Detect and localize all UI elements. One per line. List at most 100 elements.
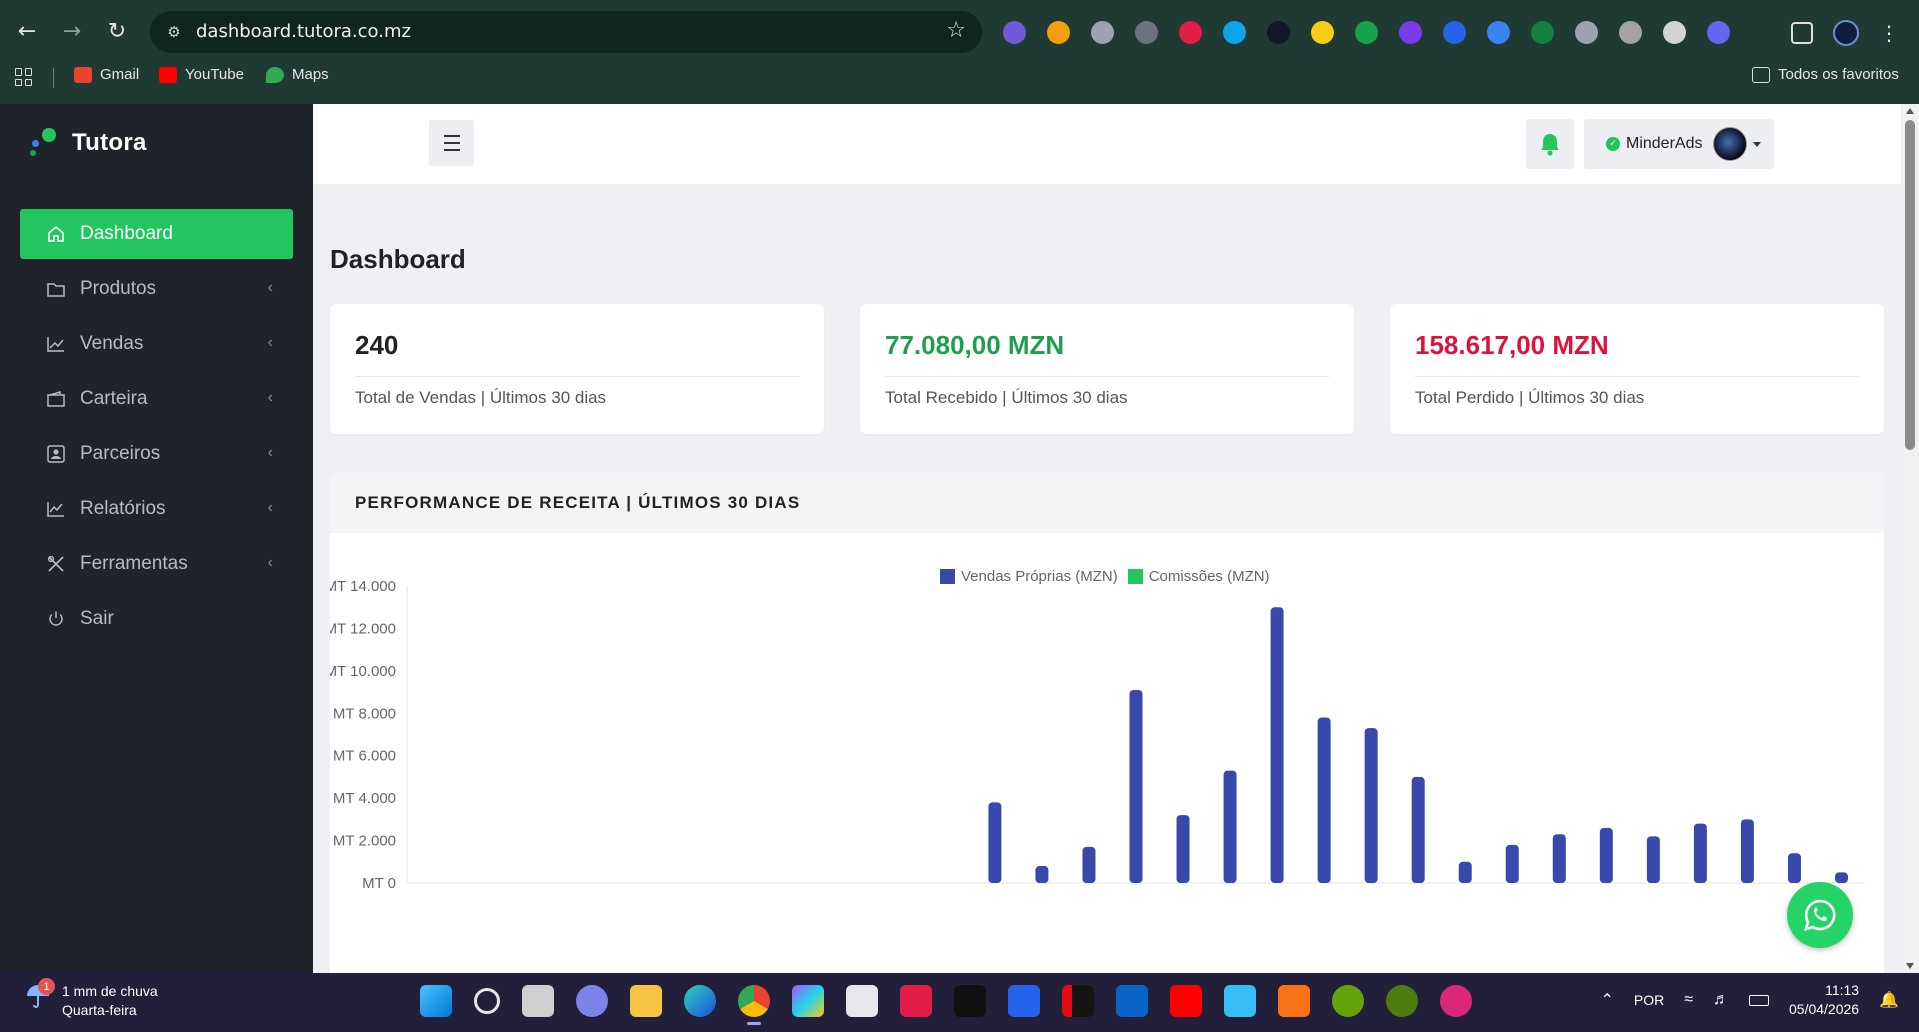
extension-icon[interactable]: [1707, 21, 1730, 44]
extension-icon[interactable]: [1575, 21, 1598, 44]
extension-icon[interactable]: [1443, 21, 1466, 44]
extension-icon[interactable]: [1311, 21, 1334, 44]
sidebar-item-sair[interactable]: Sair: [20, 594, 293, 644]
chat-icon[interactable]: [576, 985, 608, 1017]
video-editor-icon[interactable]: [900, 985, 932, 1017]
chart-bar[interactable]: [1787, 853, 1801, 883]
outlook-icon[interactable]: [1116, 985, 1148, 1017]
extension-icon[interactable]: [1487, 21, 1510, 44]
wifi-icon[interactable]: ≈: [1684, 991, 1693, 1009]
bookmark-star-icon[interactable]: ☆: [946, 18, 966, 43]
w-app-icon[interactable]: [1440, 985, 1472, 1017]
chart-bar[interactable]: [1599, 827, 1613, 883]
whatsapp-button[interactable]: [1787, 882, 1853, 948]
chevron-up-icon[interactable]: ⌃: [1600, 990, 1613, 1010]
chrome-icon[interactable]: [738, 985, 770, 1025]
browser-menu-icon[interactable]: ⋮: [1879, 21, 1899, 45]
url-text[interactable]: dashboard.tutora.co.mz: [196, 21, 411, 42]
apps-grid-icon[interactable]: [15, 68, 33, 86]
battery-icon[interactable]: [1749, 994, 1769, 1006]
site-settings-icon[interactable]: ⚙: [164, 22, 184, 42]
netflix-icon[interactable]: [1062, 985, 1094, 1017]
youtube-app-icon[interactable]: [1170, 985, 1202, 1017]
scrollbar-thumb[interactable]: [1905, 120, 1915, 450]
sidebar-item-parceiros[interactable]: Parceiros ‹: [20, 429, 293, 479]
reload-icon[interactable]: ↻: [103, 18, 131, 46]
bookmark-maps[interactable]: Maps: [266, 66, 329, 83]
contact-icon: [46, 444, 66, 464]
extension-icon[interactable]: [1003, 21, 1026, 44]
keyboard-app-icon[interactable]: [1224, 985, 1256, 1017]
notification-bell-icon[interactable]: 🔔: [1879, 990, 1899, 1010]
utorrent-icon[interactable]: [1332, 985, 1364, 1017]
chart-bar[interactable]: [1129, 689, 1143, 883]
extension-icon[interactable]: [1399, 21, 1422, 44]
bookmark-gmail[interactable]: Gmail: [74, 66, 139, 83]
chart-bar[interactable]: [988, 802, 1002, 883]
chart-bar[interactable]: [1317, 717, 1331, 883]
windows-start-icon[interactable]: [420, 985, 452, 1017]
sidebar-item-relatorios[interactable]: Relatórios ‹: [20, 484, 293, 534]
extension-icon[interactable]: [1135, 21, 1158, 44]
notifications-button[interactable]: [1526, 119, 1574, 169]
revenue-chart-card: PERFORMANCE DE RECEITA | ÚLTIMOS 30 DIAS…: [330, 473, 1884, 973]
file-explorer-icon[interactable]: [630, 985, 662, 1017]
search-icon[interactable]: [474, 988, 500, 1014]
chart-bar[interactable]: [1552, 834, 1566, 883]
chart-bar[interactable]: [1458, 861, 1472, 883]
chart-bar[interactable]: [1035, 866, 1049, 883]
capcut-icon[interactable]: [954, 985, 986, 1017]
edge-icon[interactable]: [684, 985, 716, 1017]
extension-icon[interactable]: [1267, 21, 1290, 44]
chart-bar[interactable]: [1223, 770, 1237, 883]
sidebar-item-ferramentas[interactable]: Ferramentas ‹: [20, 539, 293, 589]
extension-icon[interactable]: [1179, 21, 1202, 44]
task-view-icon[interactable]: [522, 985, 554, 1017]
chart-bar[interactable]: [1364, 728, 1378, 883]
utorrent-icon[interactable]: [1386, 985, 1418, 1017]
legend-item-comissoes[interactable]: Comissões (MZN): [1127, 568, 1270, 585]
back-icon[interactable]: ←: [13, 18, 41, 46]
sidebar-item-dashboard[interactable]: Dashboard: [20, 209, 293, 259]
iq-app-icon[interactable]: [1008, 985, 1040, 1017]
chart-bar[interactable]: [1740, 819, 1754, 883]
scroll-down-icon[interactable]: [1906, 963, 1914, 969]
vpn-app-icon[interactable]: [1278, 985, 1310, 1017]
extension-icon[interactable]: [1047, 21, 1070, 44]
chart-bar[interactable]: [1082, 846, 1096, 883]
chart-bar[interactable]: [1505, 844, 1519, 883]
extension-icon[interactable]: [1531, 21, 1554, 44]
chart-bar[interactable]: [1411, 776, 1425, 883]
scroll-up-icon[interactable]: [1906, 108, 1914, 114]
extension-icon[interactable]: [1663, 21, 1686, 44]
copilot-icon[interactable]: [792, 985, 824, 1017]
sidebar-item-vendas[interactable]: Vendas ‹: [20, 319, 293, 369]
extension-icon[interactable]: [1223, 21, 1246, 44]
user-menu-button[interactable]: ✓ MinderAds: [1584, 119, 1774, 169]
profile-avatar[interactable]: [1833, 20, 1859, 46]
extension-icon[interactable]: [1355, 21, 1378, 44]
chart-bar[interactable]: [1834, 872, 1848, 883]
store-icon[interactable]: [846, 985, 878, 1017]
chart-bar[interactable]: [1176, 815, 1190, 883]
weather-widget[interactable]: 1 1 mm de chuva Quarta-feira: [24, 978, 158, 1020]
all-bookmarks[interactable]: Todos os favoritos: [1752, 66, 1899, 83]
bookmark-youtube[interactable]: YouTube: [159, 66, 244, 83]
legend-item-vendas[interactable]: Vendas Próprias (MZN): [940, 568, 1118, 585]
volume-icon[interactable]: ♬: [1713, 991, 1729, 1009]
chart-bar[interactable]: [1646, 836, 1660, 883]
menu-toggle-button[interactable]: [429, 120, 474, 166]
sidebar-item-carteira[interactable]: Carteira ‹: [20, 374, 293, 424]
extension-icon[interactable]: [1619, 21, 1642, 44]
extension-icon[interactable]: [1091, 21, 1114, 44]
forward-icon[interactable]: →: [58, 18, 86, 46]
extensions-puzzle-icon[interactable]: [1791, 22, 1813, 44]
chart-bar[interactable]: [1270, 607, 1284, 883]
clock[interactable]: 11:13 05/04/2026: [1789, 981, 1859, 1019]
brand[interactable]: Tutora: [28, 126, 147, 160]
sidebar-item-produtos[interactable]: Produtos ‹: [20, 264, 293, 314]
chart-bar[interactable]: [1693, 823, 1707, 883]
page-scrollbar[interactable]: [1901, 104, 1919, 973]
address-bar[interactable]: ⚙ dashboard.tutora.co.mz ☆: [150, 11, 982, 53]
language-indicator[interactable]: POR: [1634, 992, 1664, 1008]
